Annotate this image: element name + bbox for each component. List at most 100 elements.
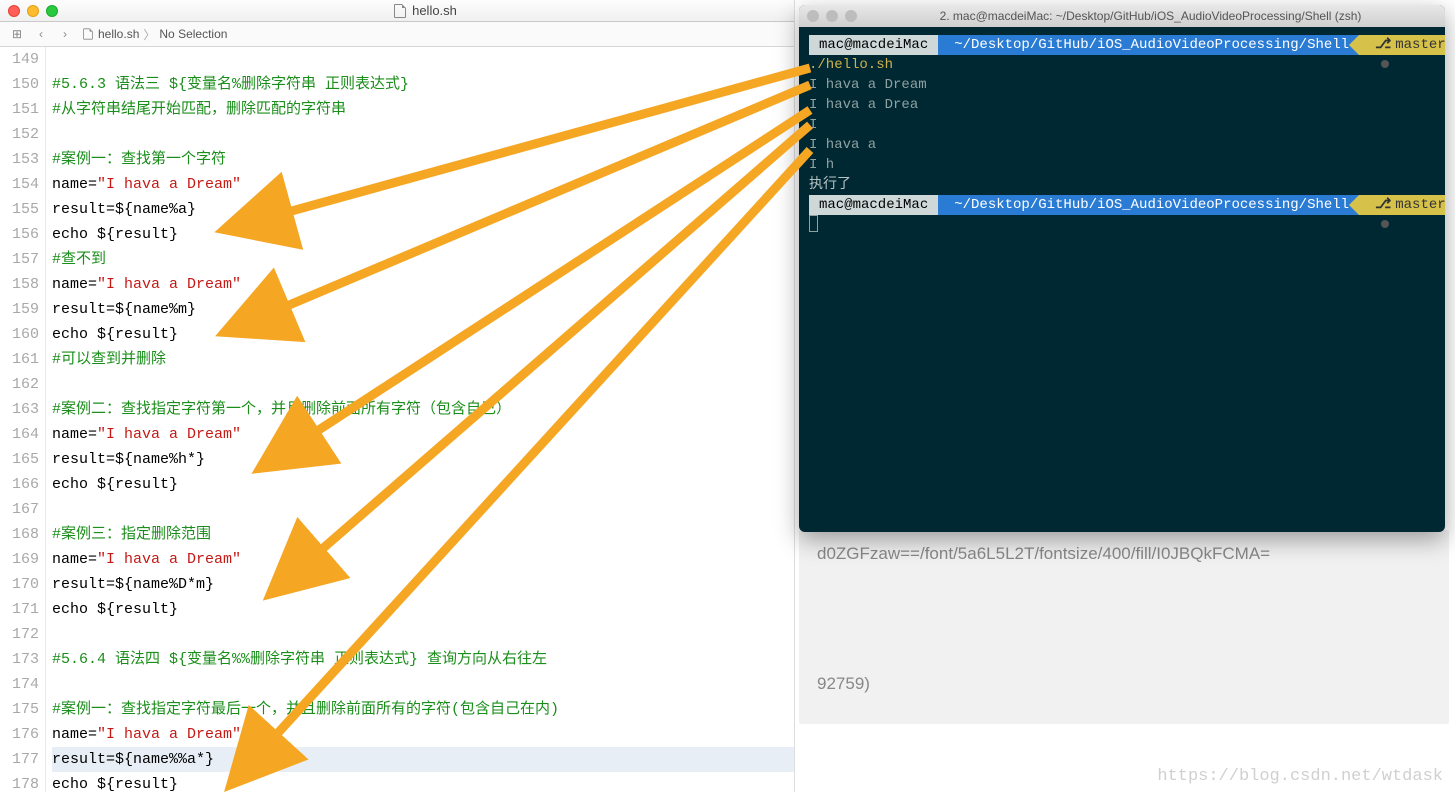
background-text-fragment: d0ZGFzaw==/font/5a6L5L2T/fontsize/400/fi…: [799, 530, 1449, 724]
terminal-cursor: [809, 215, 818, 232]
terminal-window: 2. mac@macdeiMac: ~/Desktop/GitHub/iOS_A…: [799, 5, 1445, 532]
code-line[interactable]: result=${name%m}: [52, 297, 794, 322]
minimize-icon[interactable]: [27, 5, 39, 17]
chevron-right-icon: 〉: [143, 26, 155, 43]
code-line[interactable]: name="I hava a Dream": [52, 172, 794, 197]
zoom-icon[interactable]: [46, 5, 58, 17]
code-line[interactable]: #可以查到并删除: [52, 347, 794, 372]
line-number: 166: [0, 472, 39, 497]
line-number: 167: [0, 497, 39, 522]
code-line[interactable]: echo ${result}: [52, 222, 794, 247]
terminal-output-line: 执行了: [809, 175, 1435, 195]
code-content[interactable]: #5.6.3 语法三 ${变量名%删除字符串 正则表达式}#从字符串结尾开始匹配…: [52, 47, 794, 792]
code-line[interactable]: #查不到: [52, 247, 794, 272]
line-number: 173: [0, 647, 39, 672]
line-number: 163: [0, 397, 39, 422]
line-number: 172: [0, 622, 39, 647]
line-number: 153: [0, 147, 39, 172]
code-line[interactable]: echo ${result}: [52, 597, 794, 622]
terminal-output-line: ./hello.sh: [809, 55, 1435, 75]
code-line[interactable]: echo ${result}: [52, 472, 794, 497]
close-icon[interactable]: [8, 5, 20, 17]
code-line[interactable]: name="I hava a Dream": [52, 722, 794, 747]
code-line[interactable]: name="I hava a Dream": [52, 422, 794, 447]
code-line[interactable]: [52, 497, 794, 522]
code-line[interactable]: [52, 122, 794, 147]
terminal-prompt: mac@macdeiMac ~/Desktop/GitHub/iOS_Audio…: [809, 35, 1435, 55]
nav-forward-icon[interactable]: ›: [58, 27, 72, 41]
code-line[interactable]: #案例一：查找第一个字符: [52, 147, 794, 172]
bg-text-2: 92759): [817, 674, 1433, 694]
grid-icon[interactable]: ⊞: [10, 27, 24, 41]
code-line[interactable]: result=${name%D*m}: [52, 572, 794, 597]
code-line[interactable]: result=${name%h*}: [52, 447, 794, 472]
code-line[interactable]: result=${name%%a*}: [52, 747, 794, 772]
code-line[interactable]: echo ${result}: [52, 772, 794, 797]
line-number: 152: [0, 122, 39, 147]
editor-toolbar: ⊞ ‹ › hello.sh 〉 No Selection: [0, 22, 794, 47]
line-number-gutter: 1491501511521531541551561571581591601611…: [0, 47, 46, 792]
code-line[interactable]: #案例三：指定删除范围: [52, 522, 794, 547]
code-line[interactable]: #案例一：查找指定字符最后一个，并且删除前面所有的字符(包含自己在内): [52, 697, 794, 722]
code-line[interactable]: [52, 672, 794, 697]
prompt-host-segment: mac@macdeiMac: [809, 195, 938, 215]
line-number: 162: [0, 372, 39, 397]
git-dirty-icon: [1381, 60, 1389, 68]
line-number: 171: [0, 597, 39, 622]
minimize-icon[interactable]: [826, 10, 838, 22]
editor-window-title: hello.sh: [65, 3, 786, 18]
line-number: 158: [0, 272, 39, 297]
code-line[interactable]: #从字符串结尾开始匹配，删除匹配的字符串: [52, 97, 794, 122]
prompt-host-segment: mac@macdeiMac: [809, 35, 938, 55]
editor-titlebar[interactable]: hello.sh: [0, 0, 794, 22]
terminal-output-line: I hava a Drea: [809, 95, 1435, 115]
breadcrumb-file[interactable]: hello.sh: [98, 27, 139, 41]
terminal-output-line: I hava a: [809, 135, 1435, 155]
nav-back-icon[interactable]: ‹: [34, 27, 48, 41]
breadcrumb-selection[interactable]: No Selection: [159, 27, 227, 41]
terminal-output: ./hello.shI hava a DreamI hava a DreaII …: [809, 55, 1435, 195]
code-line[interactable]: [52, 622, 794, 647]
git-dirty-icon: [1381, 220, 1389, 228]
breadcrumb[interactable]: hello.sh 〉 No Selection: [82, 26, 227, 43]
line-number: 174: [0, 672, 39, 697]
editor-window: hello.sh ⊞ ‹ › hello.sh 〉 No Selection 1…: [0, 0, 795, 792]
line-number: 170: [0, 572, 39, 597]
code-line[interactable]: [52, 47, 794, 72]
line-number: 177: [0, 747, 39, 772]
terminal-title: 2. mac@macdeiMac: ~/Desktop/GitHub/iOS_A…: [864, 9, 1437, 23]
terminal-output-line: I: [809, 115, 1435, 135]
line-number: 151: [0, 97, 39, 122]
terminal-body[interactable]: mac@macdeiMac ~/Desktop/GitHub/iOS_Audio…: [799, 27, 1445, 247]
close-icon[interactable]: [807, 10, 819, 22]
code-line[interactable]: name="I hava a Dream": [52, 547, 794, 572]
line-number: 165: [0, 447, 39, 472]
code-editor[interactable]: 1491501511521531541551561571581591601611…: [0, 47, 794, 792]
line-number: 175: [0, 697, 39, 722]
line-number: 168: [0, 522, 39, 547]
terminal-output-line: I hava a Dream: [809, 75, 1435, 95]
line-number: 157: [0, 247, 39, 272]
code-line[interactable]: result=${name%a}: [52, 197, 794, 222]
line-number: 169: [0, 547, 39, 572]
code-line[interactable]: name="I hava a Dream": [52, 272, 794, 297]
line-number: 154: [0, 172, 39, 197]
code-line[interactable]: #5.6.4 语法四 ${变量名%%删除字符串 正则表达式} 查询方向从右往左: [52, 647, 794, 672]
watermark: https://blog.csdn.net/wtdask: [1157, 767, 1443, 786]
line-number: 155: [0, 197, 39, 222]
line-number: 176: [0, 722, 39, 747]
terminal-prompt: mac@macdeiMac ~/Desktop/GitHub/iOS_Audio…: [809, 195, 1435, 215]
git-branch-icon: ⎇: [1375, 197, 1391, 213]
code-line[interactable]: echo ${result}: [52, 322, 794, 347]
zoom-icon[interactable]: [845, 10, 857, 22]
line-number: 164: [0, 422, 39, 447]
git-branch-icon: ⎇: [1375, 37, 1391, 53]
line-number: 149: [0, 47, 39, 72]
prompt-git-segment: ⎇master: [1359, 195, 1445, 215]
code-line[interactable]: #5.6.3 语法三 ${变量名%删除字符串 正则表达式}: [52, 72, 794, 97]
terminal-output-line: I h: [809, 155, 1435, 175]
terminal-titlebar[interactable]: 2. mac@macdeiMac: ~/Desktop/GitHub/iOS_A…: [799, 5, 1445, 27]
code-line[interactable]: #案例二：查找指定字符第一个，并且删除前面所有字符（包含自己）: [52, 397, 794, 422]
line-number: 161: [0, 347, 39, 372]
code-line[interactable]: [52, 372, 794, 397]
